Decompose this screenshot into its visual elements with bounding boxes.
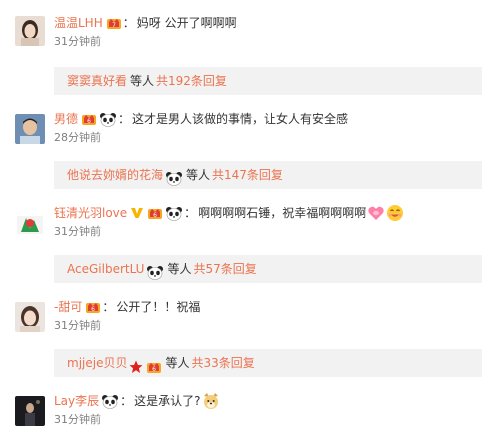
member-crown-icon[interactable]: 6 <box>147 206 163 220</box>
panda-icon <box>99 112 117 127</box>
comment-username[interactable]: 男德 <box>54 110 78 128</box>
avatar[interactable] <box>15 16 45 46</box>
comment-text: 这才是男人该做的事情，让女人有安全感 <box>132 112 349 126</box>
panda-icon <box>165 168 183 186</box>
red-star-icon <box>129 356 143 373</box>
member-crown-icon[interactable]: 7 <box>106 16 122 30</box>
reply-count-link[interactable]: 共33条回复 <box>191 349 254 377</box>
reply-count-link[interactable]: 共57条回复 <box>193 255 256 283</box>
avatar[interactable] <box>15 208 45 238</box>
comment-time: 31分钟前 <box>54 413 101 426</box>
svg-text:6: 6 <box>153 212 157 219</box>
panda-icon <box>165 206 183 221</box>
smile-emoji-icon <box>386 204 404 222</box>
comment-text: 公开了！！祝福 <box>116 300 201 314</box>
svg-text:6: 6 <box>91 306 95 313</box>
svg-text:6: 6 <box>87 118 91 125</box>
avatar[interactable] <box>15 302 45 332</box>
member-crown-icon[interactable]: 6 <box>146 356 162 373</box>
heart-pig-emoji-icon <box>367 204 385 222</box>
comment-time: 28分钟前 <box>54 131 101 144</box>
reply-summary[interactable]: AceGilbertLU 等人 共57条回复 <box>54 255 482 283</box>
comment-text: 妈呀 公开了啊啊啊 <box>136 16 237 30</box>
reply-text: 等人 <box>165 356 190 370</box>
reply-summary[interactable]: 他说去妳婿的花海 等人 共147条回复 <box>54 161 482 189</box>
comment-username[interactable]: -甜可 <box>54 298 82 316</box>
comment-username[interactable]: 温温LHH <box>54 14 103 32</box>
comment-time: 31分钟前 <box>54 35 101 48</box>
reply-summary[interactable]: 窦窦真好看 等人 共192条回复 <box>54 67 482 95</box>
reply-text: 等人 <box>167 262 192 276</box>
comment-username[interactable]: Lay李辰 <box>54 392 99 410</box>
comment-text: 啊啊啊啊石锤，祝幸福啊啊啊啊 <box>198 206 367 220</box>
comment-time: 31分钟前 <box>54 225 101 238</box>
doge-emoji-icon <box>202 392 220 410</box>
reply-username[interactable]: 窦窦真好看 <box>67 67 127 95</box>
svg-text:7: 7 <box>112 22 116 29</box>
comment-time: 31分钟前 <box>54 319 101 332</box>
reply-count-link[interactable]: 共192条回复 <box>156 67 227 95</box>
reply-text: 等人 <box>186 168 211 182</box>
panda-icon <box>146 262 164 280</box>
panda-icon <box>101 394 119 409</box>
reply-username[interactable]: mjjeje贝贝 <box>67 349 127 377</box>
reply-text: 等人 <box>130 74 155 88</box>
comment-username[interactable]: 钰清光羽love <box>54 204 127 222</box>
verified-v-icon[interactable] <box>130 206 144 220</box>
member-crown-icon[interactable]: 6 <box>81 112 97 126</box>
comment-text: 这是承认了? <box>134 394 201 408</box>
avatar[interactable] <box>15 114 45 144</box>
reply-summary[interactable]: mjjeje贝贝 6 等人 共33条回复 <box>54 349 482 377</box>
avatar[interactable] <box>15 396 45 426</box>
svg-text:6: 6 <box>153 366 157 373</box>
reply-username[interactable]: 他说去妳婿的花海 <box>67 161 163 189</box>
reply-username[interactable]: AceGilbertLU <box>67 255 144 283</box>
member-crown-icon[interactable]: 6 <box>85 300 101 314</box>
reply-count-link[interactable]: 共147条回复 <box>212 161 283 189</box>
